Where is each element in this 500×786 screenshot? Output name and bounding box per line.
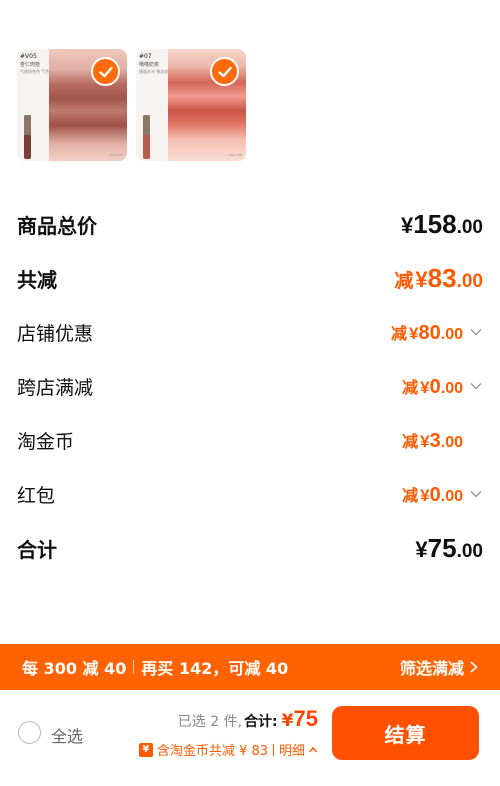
shop-discount-label: 店铺优惠 — [17, 322, 94, 345]
filter-discount-link[interactable]: 筛选满减 — [400, 655, 480, 679]
hongbao-label: 红包 — [17, 484, 56, 507]
total-label: 合计: — [244, 714, 278, 730]
chevron-down-icon[interactable] — [469, 325, 483, 339]
price-int: 80 — [418, 321, 441, 344]
price-int: 158 — [413, 208, 457, 239]
total-discount-row: 共减 减 ¥ 83 .00 — [17, 260, 483, 296]
divider — [272, 743, 274, 756]
product-label-panel: #07 噜噜奶茶 镜面水光 果冻质感 — [136, 49, 172, 161]
shop-discount-row[interactable]: 店铺优惠 减 ¥ 80 .00 — [17, 314, 483, 350]
price-int: 83 — [427, 262, 457, 293]
currency: ¥ — [281, 711, 294, 731]
select-all-radio[interactable] — [18, 721, 41, 744]
divider — [133, 660, 135, 674]
selected-check-icon[interactable] — [210, 57, 239, 86]
product-code: #07 — [139, 53, 152, 60]
total-discount-value: 减 ¥ 83 .00 — [394, 263, 483, 294]
total-price-value: ¥ 158 .00 — [401, 209, 483, 240]
product-name: 噜噜奶茶 — [139, 62, 160, 68]
brand-mark: JOOCYEE — [109, 153, 123, 157]
cross-shop-row[interactable]: 跨店满减 减 ¥ 0 .00 — [17, 368, 483, 404]
currency: ¥ — [400, 212, 414, 238]
taojinbi-row: 淘金币 减 ¥ 3 .00 — [17, 422, 483, 458]
promo-hint: 再买 142，可减 40 — [141, 659, 289, 678]
price-int: 75 — [427, 532, 457, 563]
discount-prefix: 减 — [402, 377, 419, 397]
total-value: 75 — [293, 706, 318, 731]
currency: ¥ — [420, 377, 430, 397]
hongbao-value: 减 ¥ 0 .00 — [402, 482, 483, 507]
price-dec: .00 — [456, 216, 483, 238]
product-name: 杏仁肉桂 — [20, 62, 41, 68]
selected-check-icon[interactable] — [91, 57, 120, 86]
checkout-button[interactable]: 结算 — [332, 706, 479, 760]
product-label-panel: #V05 杏仁肉桂 气质奶茶色 气色显白 — [17, 49, 57, 161]
filter-label: 筛选满减 — [399, 659, 464, 678]
price-int: 0 — [429, 375, 441, 398]
cross-shop-label: 跨店满减 — [17, 376, 94, 399]
taojinbi-label: 淘金币 — [17, 430, 75, 453]
select-all-label[interactable]: 全选 — [51, 723, 83, 747]
price-dec: .00 — [440, 325, 463, 343]
chevron-down-icon[interactable] — [469, 379, 483, 393]
shop-discount-value: 减 ¥ 80 .00 — [391, 320, 483, 345]
lip-gloss-tube — [24, 115, 31, 159]
coin-icon: ¥ — [138, 742, 153, 757]
product-thumbnail-2[interactable]: #07 噜噜奶茶 镜面水光 果冻质感 JOOCYEE — [136, 49, 246, 161]
price-dec: .00 — [440, 433, 463, 451]
lip-gloss-tube — [143, 115, 150, 159]
currency: ¥ — [415, 536, 428, 562]
brand-mark: JOOCYEE — [228, 153, 242, 157]
hongbao-row[interactable]: 红包 减 ¥ 0 .00 — [17, 476, 483, 512]
currency: ¥ — [409, 323, 419, 343]
checkout-bar: 全选 已选 2 件 , 合计: ¥ 75 ¥ 含淘金币共减 ¥ 83 明细 结算 — [0, 690, 500, 786]
promo-rule: 每 300 减 40 — [22, 659, 127, 678]
product-code: #V05 — [20, 53, 37, 60]
price-int: 3 — [429, 429, 441, 452]
promo-bar: 每 300 减 40 再买 142，可减 40 筛选满减 — [0, 644, 500, 690]
discount-prefix: 减 — [394, 269, 414, 292]
taojinbi-value: 减 ¥ 3 .00 — [402, 428, 483, 453]
detail-link[interactable]: 明细 — [279, 740, 305, 759]
chevron-up-icon — [308, 746, 318, 752]
total-price-label: 商品总价 — [17, 213, 97, 238]
promo-info: 每 300 减 40 再买 142，可减 40 — [22, 655, 288, 679]
comma: , — [237, 714, 243, 730]
product-thumbnail-1[interactable]: #V05 杏仁肉桂 气质奶茶色 气色显白 JOOCYEE — [17, 49, 127, 161]
coin-discount-text: 含淘金币共减 ¥ 83 — [156, 744, 268, 759]
price-dec: .00 — [440, 487, 463, 505]
order-summary: 已选 2 件 , 合计: ¥ 75 — [178, 706, 318, 732]
chevron-right-icon — [470, 661, 478, 673]
discount-detail-line[interactable]: ¥ 含淘金币共减 ¥ 83 明细 — [138, 740, 318, 759]
price-dec: .00 — [456, 540, 483, 562]
subtotal-label: 合计 — [17, 537, 57, 562]
total-price-row: 商品总价 ¥ 158 .00 — [17, 206, 483, 242]
subtotal-row: 合计 ¥ 75 .00 — [17, 530, 483, 566]
total-discount-label: 共减 — [17, 267, 57, 292]
chevron-down-icon[interactable] — [469, 487, 483, 501]
currency: ¥ — [420, 431, 430, 451]
price-dec: .00 — [440, 379, 463, 397]
discount-prefix: 减 — [402, 485, 419, 505]
discount-prefix: 减 — [402, 431, 419, 451]
cross-shop-value: 减 ¥ 0 .00 — [402, 374, 483, 399]
currency: ¥ — [420, 485, 430, 505]
discount-prefix: 减 — [391, 323, 408, 343]
selected-products: #V05 杏仁肉桂 气质奶茶色 气色显白 JOOCYEE #07 噜噜奶茶 镜面… — [17, 49, 246, 161]
price-dec: .00 — [456, 270, 483, 292]
subtotal-value: ¥ 75 .00 — [415, 533, 483, 564]
currency: ¥ — [415, 266, 428, 292]
selected-count: 已选 2 件 — [177, 714, 238, 730]
price-int: 0 — [429, 483, 441, 506]
